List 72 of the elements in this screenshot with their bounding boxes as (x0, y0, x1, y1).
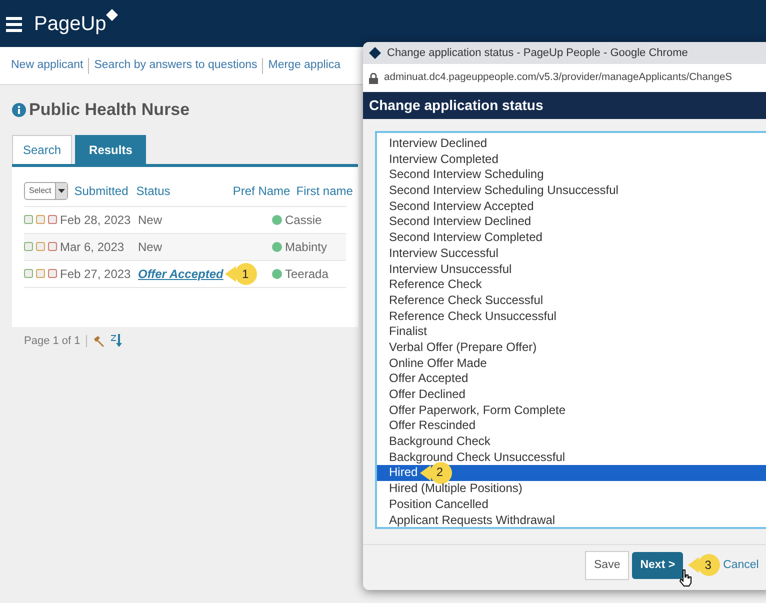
list-option[interactable]: Interview Successful (389, 246, 498, 262)
column-header[interactable]: First name (290, 182, 360, 200)
list-option[interactable]: Online Offer Made (389, 356, 487, 372)
flag-checkbox[interactable] (24, 215, 33, 224)
flag-checkbox[interactable] (48, 269, 57, 278)
status-link[interactable]: Offer Accepted (138, 264, 224, 282)
flag-checkbox[interactable] (48, 215, 57, 224)
list-option[interactable]: Reference Check Unsuccessful (389, 308, 556, 324)
flag-checkbox[interactable] (36, 269, 45, 278)
column-header[interactable]: Status (136, 182, 226, 200)
list-option[interactable]: Offer Paperwork, Form Complete (389, 402, 566, 418)
flag-checkbox[interactable] (36, 215, 45, 224)
brand-logo: PageUp (34, 12, 106, 36)
list-option[interactable]: Applicant Requests Withdrawal (389, 512, 556, 528)
flag-checkbox[interactable] (36, 242, 45, 251)
hammer-icon[interactable] (93, 334, 106, 347)
table-cell-text: Teerada (285, 266, 328, 282)
status-listbox[interactable] (375, 131, 766, 529)
table-cell-text: Cassie (285, 212, 322, 228)
column-header[interactable]: Pref Name (226, 182, 290, 200)
diamond-icon (106, 8, 118, 20)
save-button[interactable]: Save (585, 551, 630, 580)
list-option[interactable]: Offer Rescinded (389, 418, 476, 434)
list-option[interactable]: Second Interview Scheduling (389, 167, 544, 184)
dialog-title: Change application status (369, 96, 544, 115)
list-option[interactable]: Hired (389, 465, 418, 482)
nav-link[interactable]: Merge applica (263, 56, 346, 74)
pointer-icon (420, 465, 431, 482)
table-cell-text: New (138, 238, 162, 256)
menu-icon[interactable] (6, 16, 22, 32)
list-option[interactable]: Second Interview Declined (389, 214, 532, 230)
caret-icon (58, 188, 66, 192)
list-option[interactable]: Second Interview Completed (389, 230, 542, 246)
select-dropdown[interactable]: Select (24, 182, 68, 200)
list-option[interactable]: Reference Check Successful (389, 292, 544, 309)
page-title: Public Health Nurse (29, 99, 190, 121)
tab[interactable]: Search (12, 134, 72, 164)
list-option[interactable]: Finalist (389, 324, 428, 340)
list-option[interactable]: Interview Unsuccessful (389, 262, 512, 278)
pointer-icon (688, 556, 700, 573)
flag-checkbox[interactable] (48, 242, 57, 251)
info-icon[interactable] (12, 102, 26, 117)
list-option[interactable]: Second Interview Accepted (389, 198, 534, 214)
list-option[interactable]: Offer Declined (389, 387, 466, 403)
table-cell-text: Mar 6, 2023 (60, 238, 126, 256)
lock-icon (369, 72, 378, 84)
table-cell-text: Mabinty (285, 238, 328, 256)
table-cell-text: New (138, 212, 162, 228)
column-header[interactable]: Submitted (74, 182, 136, 200)
list-option[interactable]: Verbal Offer (Prepare Offer) (389, 340, 537, 356)
tab[interactable]: Results (75, 134, 146, 164)
list-option[interactable]: Reference Check (389, 277, 482, 293)
hand-cursor-icon (679, 569, 692, 587)
list-option[interactable]: Interview Completed (389, 152, 498, 168)
flag-checkbox[interactable] (24, 269, 33, 278)
nav-link[interactable]: New applicant (6, 56, 88, 74)
list-option[interactable]: Interview Declined (389, 136, 488, 152)
table-cell-text: Feb 27, 2023 (60, 266, 132, 282)
pointer-icon (225, 266, 236, 282)
sort-icon[interactable] (111, 334, 122, 348)
table-cell-text: Feb 28, 2023 (60, 212, 132, 228)
nav-link[interactable]: Search by answers to questions (89, 56, 262, 74)
list-option[interactable]: Second Interview Scheduling Unsuccessful (389, 183, 618, 199)
flag-checkbox[interactable] (24, 242, 33, 251)
list-option[interactable]: Offer Accepted (389, 371, 468, 388)
list-option[interactable]: Position Cancelled (389, 496, 488, 513)
next-button[interactable]: Next > (632, 552, 684, 580)
cancel-link[interactable]: Cancel (723, 557, 759, 574)
list-option[interactable]: Background Check (389, 434, 490, 450)
page-indicator: Page 1 of 1 (24, 334, 80, 348)
window-title: Change application status - PageUp People - Google Chrome (387, 46, 688, 61)
url-text: adminuat.dc4.pageuppeople.com/v5.3/provider/manageApplicants/ChangeS (384, 71, 732, 86)
